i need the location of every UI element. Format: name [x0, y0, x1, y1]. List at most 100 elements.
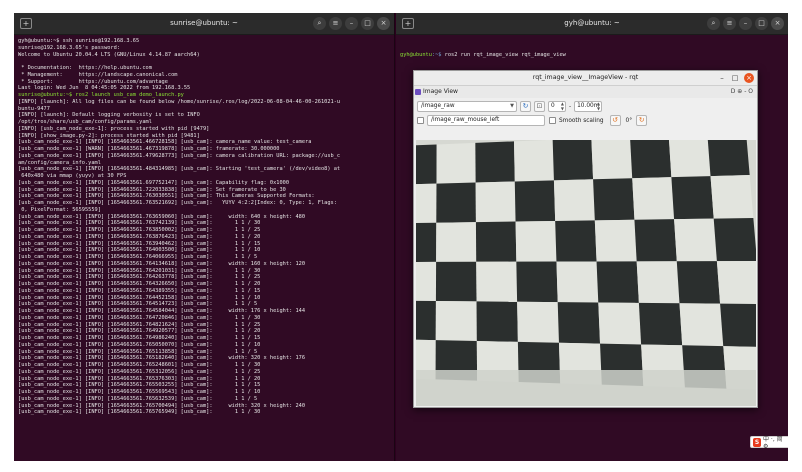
checker-square	[416, 261, 437, 302]
terminal-line: [usb_cam_node_exe-1] [INFO] [1654663561.…	[18, 186, 286, 193]
max-range-spinbox[interactable]: 10.00m ▲ ▼	[574, 101, 603, 112]
prompt-user: gyh@ubuntu	[400, 51, 432, 58]
checker-square	[435, 301, 477, 342]
rqt-window-title: rqt_image_view__ImageView - rqt	[532, 74, 639, 81]
checker-square	[632, 177, 675, 220]
terminal-line: [usb_cam_node_exe-1] [INFO] [1654663561.…	[18, 314, 261, 321]
terminal-line: [usb_cam_node_exe-1] [INFO] [1654663561.…	[18, 227, 261, 233]
checker-square	[436, 142, 476, 184]
checker-square	[674, 218, 717, 262]
command-text: ros2 run rqt_image_view rqt_image_view	[441, 51, 566, 58]
mouse-topic-field[interactable]: /image_raw_mouse_left	[427, 115, 545, 126]
topic-select[interactable]: /image_raw ▼	[417, 101, 517, 112]
terminal-line: [usb_cam_node_exe-1] [INFO] [1654663561.…	[18, 166, 341, 173]
terminal-line: gyh@ubuntu:~$ ssh sunrise@192.168.3.65	[18, 38, 140, 44]
terminal-line: [usb_cam_node_exe-1] [INFO] [1654663561.…	[18, 260, 306, 267]
terminal-line: /opt/tros/share/usb_cam/config/params.ya…	[18, 119, 152, 125]
terminal-line: [usb_cam_node_exe-1] [INFO] [1654663561.…	[18, 139, 312, 146]
plugin-controls[interactable]: D ⊕ - O	[731, 88, 753, 95]
terminal-line: * Documentation: https://help.ubuntu.com	[18, 65, 152, 71]
checker-square	[634, 219, 677, 262]
terminal-line: [usb_cam_node_exe-1] [INFO] [1654663561.…	[18, 395, 258, 402]
checker-square	[514, 180, 556, 222]
right-terminal-output[interactable]: gyh@ubuntu:~$ ros2 run rqt_image_view rq…	[396, 35, 788, 75]
terminal-line: [INFO] [launch]: Default logging verbosi…	[18, 112, 200, 119]
checker-square	[436, 182, 476, 223]
terminal-line: [usb_cam_node_exe-1] [INFO] [1654663561.…	[18, 294, 261, 301]
terminal-line: [INFO] [launch]: All log files can be fo…	[18, 98, 341, 105]
menu-icon[interactable]: ≡	[723, 17, 736, 30]
zoom-spinbox[interactable]: 0 ▲ ▼	[548, 101, 566, 112]
checker-square	[416, 183, 437, 224]
close-icon[interactable]: ×	[744, 73, 754, 83]
checker-square	[710, 175, 754, 219]
minimize-button[interactable]: –	[739, 17, 752, 30]
terminal-line: [usb_cam_node_exe-1] [INFO] [1654663561.…	[18, 233, 261, 240]
left-terminal-output[interactable]: gyh@ubuntu:~$ ssh sunrise@192.168.3.65 su…	[14, 35, 394, 419]
checker-square	[517, 301, 559, 343]
terminal-line: [usb_cam_node_exe-1] [INFO] [1654663561.…	[18, 348, 258, 355]
checker-square	[476, 261, 518, 302]
right-terminal-titlebar[interactable]: + gyh@ubuntu: ~ ⌕ ≡ – □ ×	[396, 13, 788, 35]
checker-square	[475, 221, 517, 262]
terminal-line: sunrise@192.168.3.65's password:	[18, 44, 121, 51]
terminal-line: [usb_cam_node_exe-1] [INFO] [1654663561.…	[18, 254, 258, 260]
checkerboard-image[interactable]	[416, 140, 756, 406]
rotation-value: 0°	[625, 117, 633, 124]
checker-square	[596, 261, 639, 303]
smooth-scaling-label: Smooth scaling	[559, 117, 604, 124]
terminal-line: [usb_cam_node_exe-1] [INFO] [1654663561.…	[18, 301, 258, 308]
checker-square	[594, 219, 637, 262]
left-terminal-window[interactable]: + sunrise@ubuntu: ~ ⌕ ≡ – □ × gyh@ubuntu…	[14, 13, 395, 461]
checker-square	[638, 302, 683, 346]
close-button[interactable]: ×	[377, 17, 390, 30]
smooth-scaling-checkbox[interactable]	[549, 117, 556, 124]
terminal-line: 0, PixelFormat: 56595559]	[18, 206, 101, 213]
checker-square	[668, 140, 711, 178]
max-range-value: 10.00m	[577, 103, 600, 109]
checker-square	[436, 222, 477, 262]
spin-arrows-icon: ▲ ▼	[560, 101, 564, 111]
camera-image[interactable]	[416, 140, 756, 406]
checker-square	[552, 140, 594, 181]
rqt-image-view-window[interactable]: rqt_image_view__ImageView - rqt – □ × Im…	[413, 70, 758, 408]
input-method-indicator[interactable]: S 中 ·, 简 ⚙	[750, 436, 788, 450]
terminal-line: 640x480 via mmap (yuyv) at 30 FPS	[18, 173, 127, 179]
publish-toolbar: /image_raw_mouse_left Smooth scaling ↺ 0…	[417, 115, 648, 126]
minimize-icon[interactable]: –	[717, 73, 727, 83]
terminal-line: [usb_cam_node_exe-1] [INFO] [1654663561.…	[18, 389, 261, 395]
terminal-line: Welcome to Ubuntu 20.04.4 LTS (GNU/Linux…	[18, 51, 200, 58]
terminal-line: [usb_cam_node_exe-1] [INFO] [1654663561.…	[18, 281, 261, 287]
topic-toolbar: /image_raw ▼ ↻ ⊡ 0 ▲ ▼ - 10.00m ▲ ▼	[417, 101, 603, 112]
rotate-left-button[interactable]: ↺	[609, 115, 621, 126]
minimize-button[interactable]: –	[345, 17, 358, 30]
search-icon[interactable]: ⌕	[707, 17, 720, 30]
checker-square	[435, 261, 477, 302]
left-terminal-titlebar[interactable]: + sunrise@ubuntu: ~ ⌕ ≡ – □ ×	[14, 13, 394, 35]
terminal-line: * Support: https://ubuntu.com/advantage	[18, 78, 168, 85]
image-view-plugin-icon	[415, 89, 421, 95]
maximize-button[interactable]: □	[361, 17, 374, 30]
checker-square	[416, 222, 437, 262]
checker-square	[636, 261, 680, 304]
terminal-line: [INFO] [usb_cam_node_exe-1]: process sta…	[18, 125, 210, 132]
rotate-right-button[interactable]: ↻	[636, 115, 648, 126]
maximize-button[interactable]: □	[755, 17, 768, 30]
checker-square	[416, 144, 437, 185]
zoom-fit-button[interactable]: ⊡	[534, 101, 545, 112]
terminal-line: [usb_cam_node_exe-1] [INFO] [1654663561.…	[18, 382, 261, 389]
maximize-icon[interactable]: □	[730, 73, 740, 83]
zoom-spinbox-value: 0	[551, 103, 555, 109]
checker-square	[556, 261, 599, 303]
terminal-line: [usb_cam_node_exe-1] [INFO] [1654663561.…	[18, 213, 306, 220]
terminal-line: buntu-9477	[18, 105, 50, 112]
checker-square	[557, 302, 601, 344]
terminal-line: [usb_cam_node_exe-1] [INFO] [1654663561.…	[18, 368, 261, 375]
close-button[interactable]: ×	[771, 17, 784, 30]
refresh-topics-button[interactable]: ↻	[520, 101, 531, 112]
search-icon[interactable]: ⌕	[313, 17, 326, 30]
menu-icon[interactable]: ≡	[329, 17, 342, 30]
rqt-titlebar[interactable]: rqt_image_view__ImageView - rqt – □ ×	[414, 71, 757, 86]
publish-click-checkbox[interactable]	[417, 117, 424, 124]
desktop: + sunrise@ubuntu: ~ ⌕ ≡ – □ × gyh@ubuntu…	[14, 13, 788, 461]
